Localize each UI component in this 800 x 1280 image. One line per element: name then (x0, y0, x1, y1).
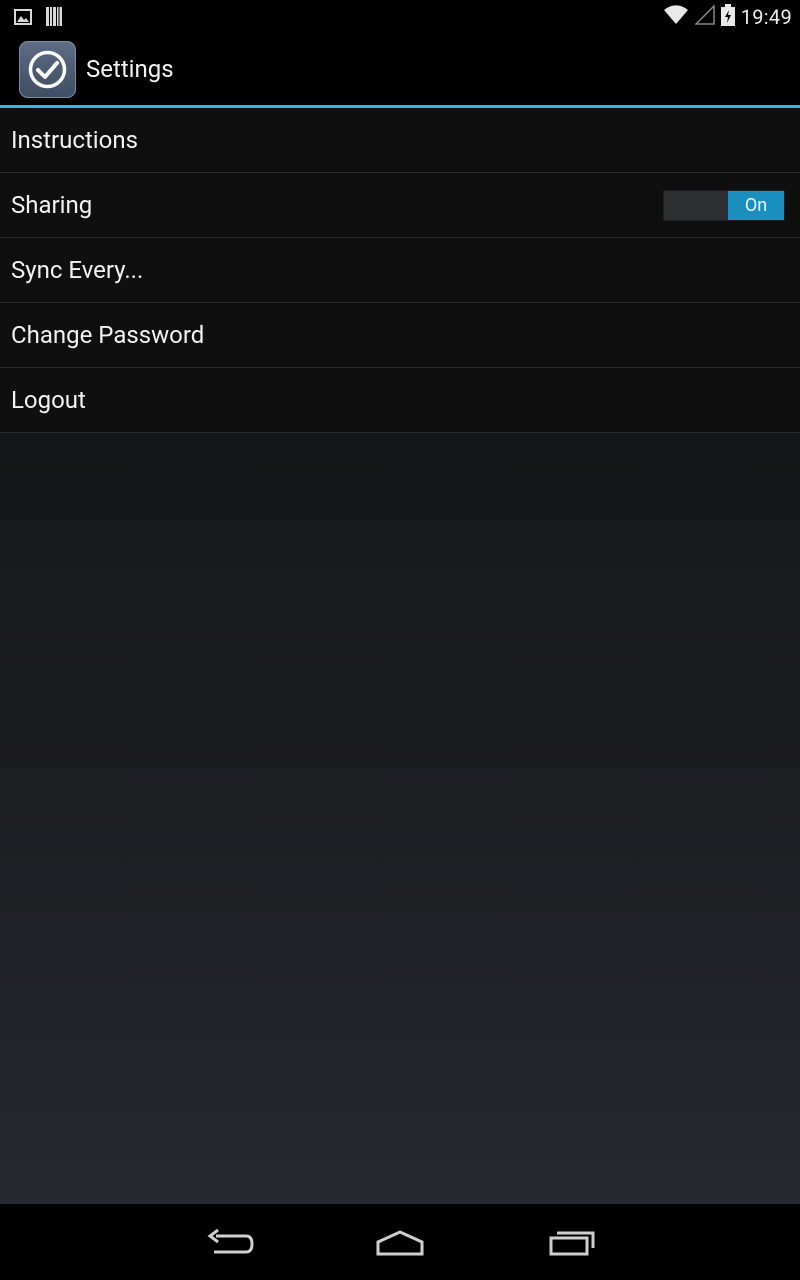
settings-item-sync-every[interactable]: Sync Every... (0, 238, 800, 303)
settings-list: Instructions Sharing On Sync Every... Ch… (0, 108, 800, 433)
wifi-icon (663, 5, 689, 29)
settings-item-label: Instructions (11, 126, 138, 154)
home-icon[interactable] (375, 1226, 425, 1262)
signal-icon (693, 4, 715, 29)
navigation-bar (0, 1204, 800, 1280)
page-title: Settings (86, 55, 174, 83)
barcode-notification-icon (46, 7, 62, 30)
settings-item-label: Sync Every... (11, 256, 144, 284)
battery-charging-icon (720, 4, 735, 30)
status-bar: 19:49 (0, 0, 800, 33)
toggle-on-thumb: On (728, 191, 784, 220)
settings-item-label: Change Password (11, 321, 205, 349)
settings-item-label: Sharing (11, 191, 93, 219)
recent-apps-icon[interactable] (548, 1226, 596, 1262)
sharing-toggle[interactable]: On (663, 190, 785, 221)
back-icon[interactable] (206, 1226, 254, 1262)
action-bar: Settings (0, 33, 800, 108)
checkmark-app-icon[interactable] (19, 41, 76, 98)
settings-item-logout[interactable]: Logout (0, 368, 800, 433)
settings-item-instructions[interactable]: Instructions (0, 108, 800, 173)
clock: 19:49 (740, 5, 792, 29)
settings-item-change-password[interactable]: Change Password (0, 303, 800, 368)
settings-content: Instructions Sharing On Sync Every... Ch… (0, 108, 800, 1204)
image-notification-icon (14, 8, 32, 29)
settings-item-sharing[interactable]: Sharing On (0, 173, 800, 238)
settings-item-label: Logout (11, 386, 86, 414)
